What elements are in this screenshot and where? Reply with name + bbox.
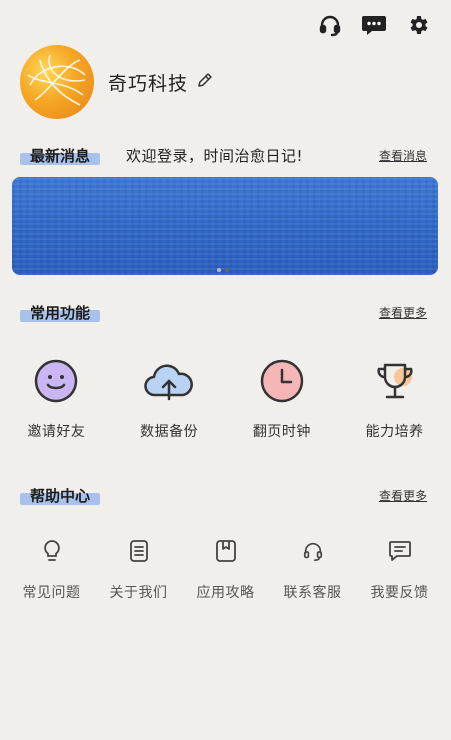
help-label: 应用攻略: [196, 585, 255, 601]
chat-icon: [387, 538, 413, 564]
help-customer-service[interactable]: 联系客服: [269, 538, 356, 602]
help-label: 联系客服: [283, 585, 342, 601]
headset-icon[interactable]: [317, 12, 343, 38]
functions-section-label: 常用功能: [20, 302, 101, 323]
edit-icon[interactable]: [196, 71, 214, 94]
carousel-dot[interactable]: [217, 268, 221, 272]
bookmark-icon: [213, 538, 239, 564]
help-grid: 常见问题 关于我们 应用攻略 联系客服 我要反馈: [0, 538, 451, 602]
help-about-us[interactable]: 关于我们: [95, 538, 182, 602]
document-icon: [126, 538, 152, 564]
headset-icon: [300, 538, 326, 564]
banner-carousel[interactable]: [12, 177, 438, 275]
function-label: 能力培养: [365, 424, 424, 440]
help-more-link[interactable]: 查看更多: [379, 487, 427, 504]
clock-icon: [256, 355, 308, 407]
functions-header: 常用功能 查看更多: [20, 302, 427, 323]
news-section-label: 最新消息: [20, 145, 101, 166]
help-label: 关于我们: [109, 585, 168, 601]
function-label: 数据备份: [140, 424, 199, 440]
function-flip-clock[interactable]: 翻页时钟: [226, 355, 339, 441]
function-skill-building[interactable]: 能力培养: [338, 355, 451, 441]
function-label: 邀请好友: [27, 424, 86, 440]
help-label: 我要反馈: [370, 585, 429, 601]
help-feedback[interactable]: 我要反馈: [356, 538, 443, 602]
smile-icon: [30, 355, 82, 407]
help-app-guide[interactable]: 应用攻略: [182, 538, 269, 602]
help-header: 帮助中心 查看更多: [20, 485, 427, 506]
view-messages-link[interactable]: 查看消息: [379, 147, 427, 164]
news-row: 最新消息 欢迎登录，时间治愈日记! 查看消息: [20, 145, 427, 166]
lightbulb-icon: [39, 538, 65, 564]
settings-icon[interactable]: [405, 12, 431, 38]
function-invite-friends[interactable]: 邀请好友: [0, 355, 113, 441]
help-label: 常见问题: [22, 585, 81, 601]
avatar[interactable]: [20, 45, 94, 119]
message-icon[interactable]: [361, 12, 387, 38]
top-toolbar: [317, 12, 431, 38]
function-data-backup[interactable]: 数据备份: [113, 355, 226, 441]
functions-grid: 邀请好友 数据备份 翻页时钟 能力培养: [0, 355, 451, 441]
news-text: 欢迎登录，时间治愈日记!: [126, 147, 304, 165]
profile-section: 奇巧科技: [20, 45, 214, 119]
help-faq[interactable]: 常见问题: [8, 538, 95, 602]
username: 奇巧科技: [108, 72, 189, 95]
function-label: 翻页时钟: [252, 424, 311, 440]
cloud-upload-icon: [143, 355, 195, 407]
profile-name-row[interactable]: 奇巧科技: [108, 69, 214, 96]
banner-texture: [12, 177, 438, 275]
trophy-icon: [369, 355, 421, 407]
carousel-indicator: [217, 268, 229, 272]
carousel-dot-active[interactable]: [225, 268, 229, 272]
help-section-label: 帮助中心: [20, 485, 101, 506]
functions-more-link[interactable]: 查看更多: [379, 304, 427, 321]
